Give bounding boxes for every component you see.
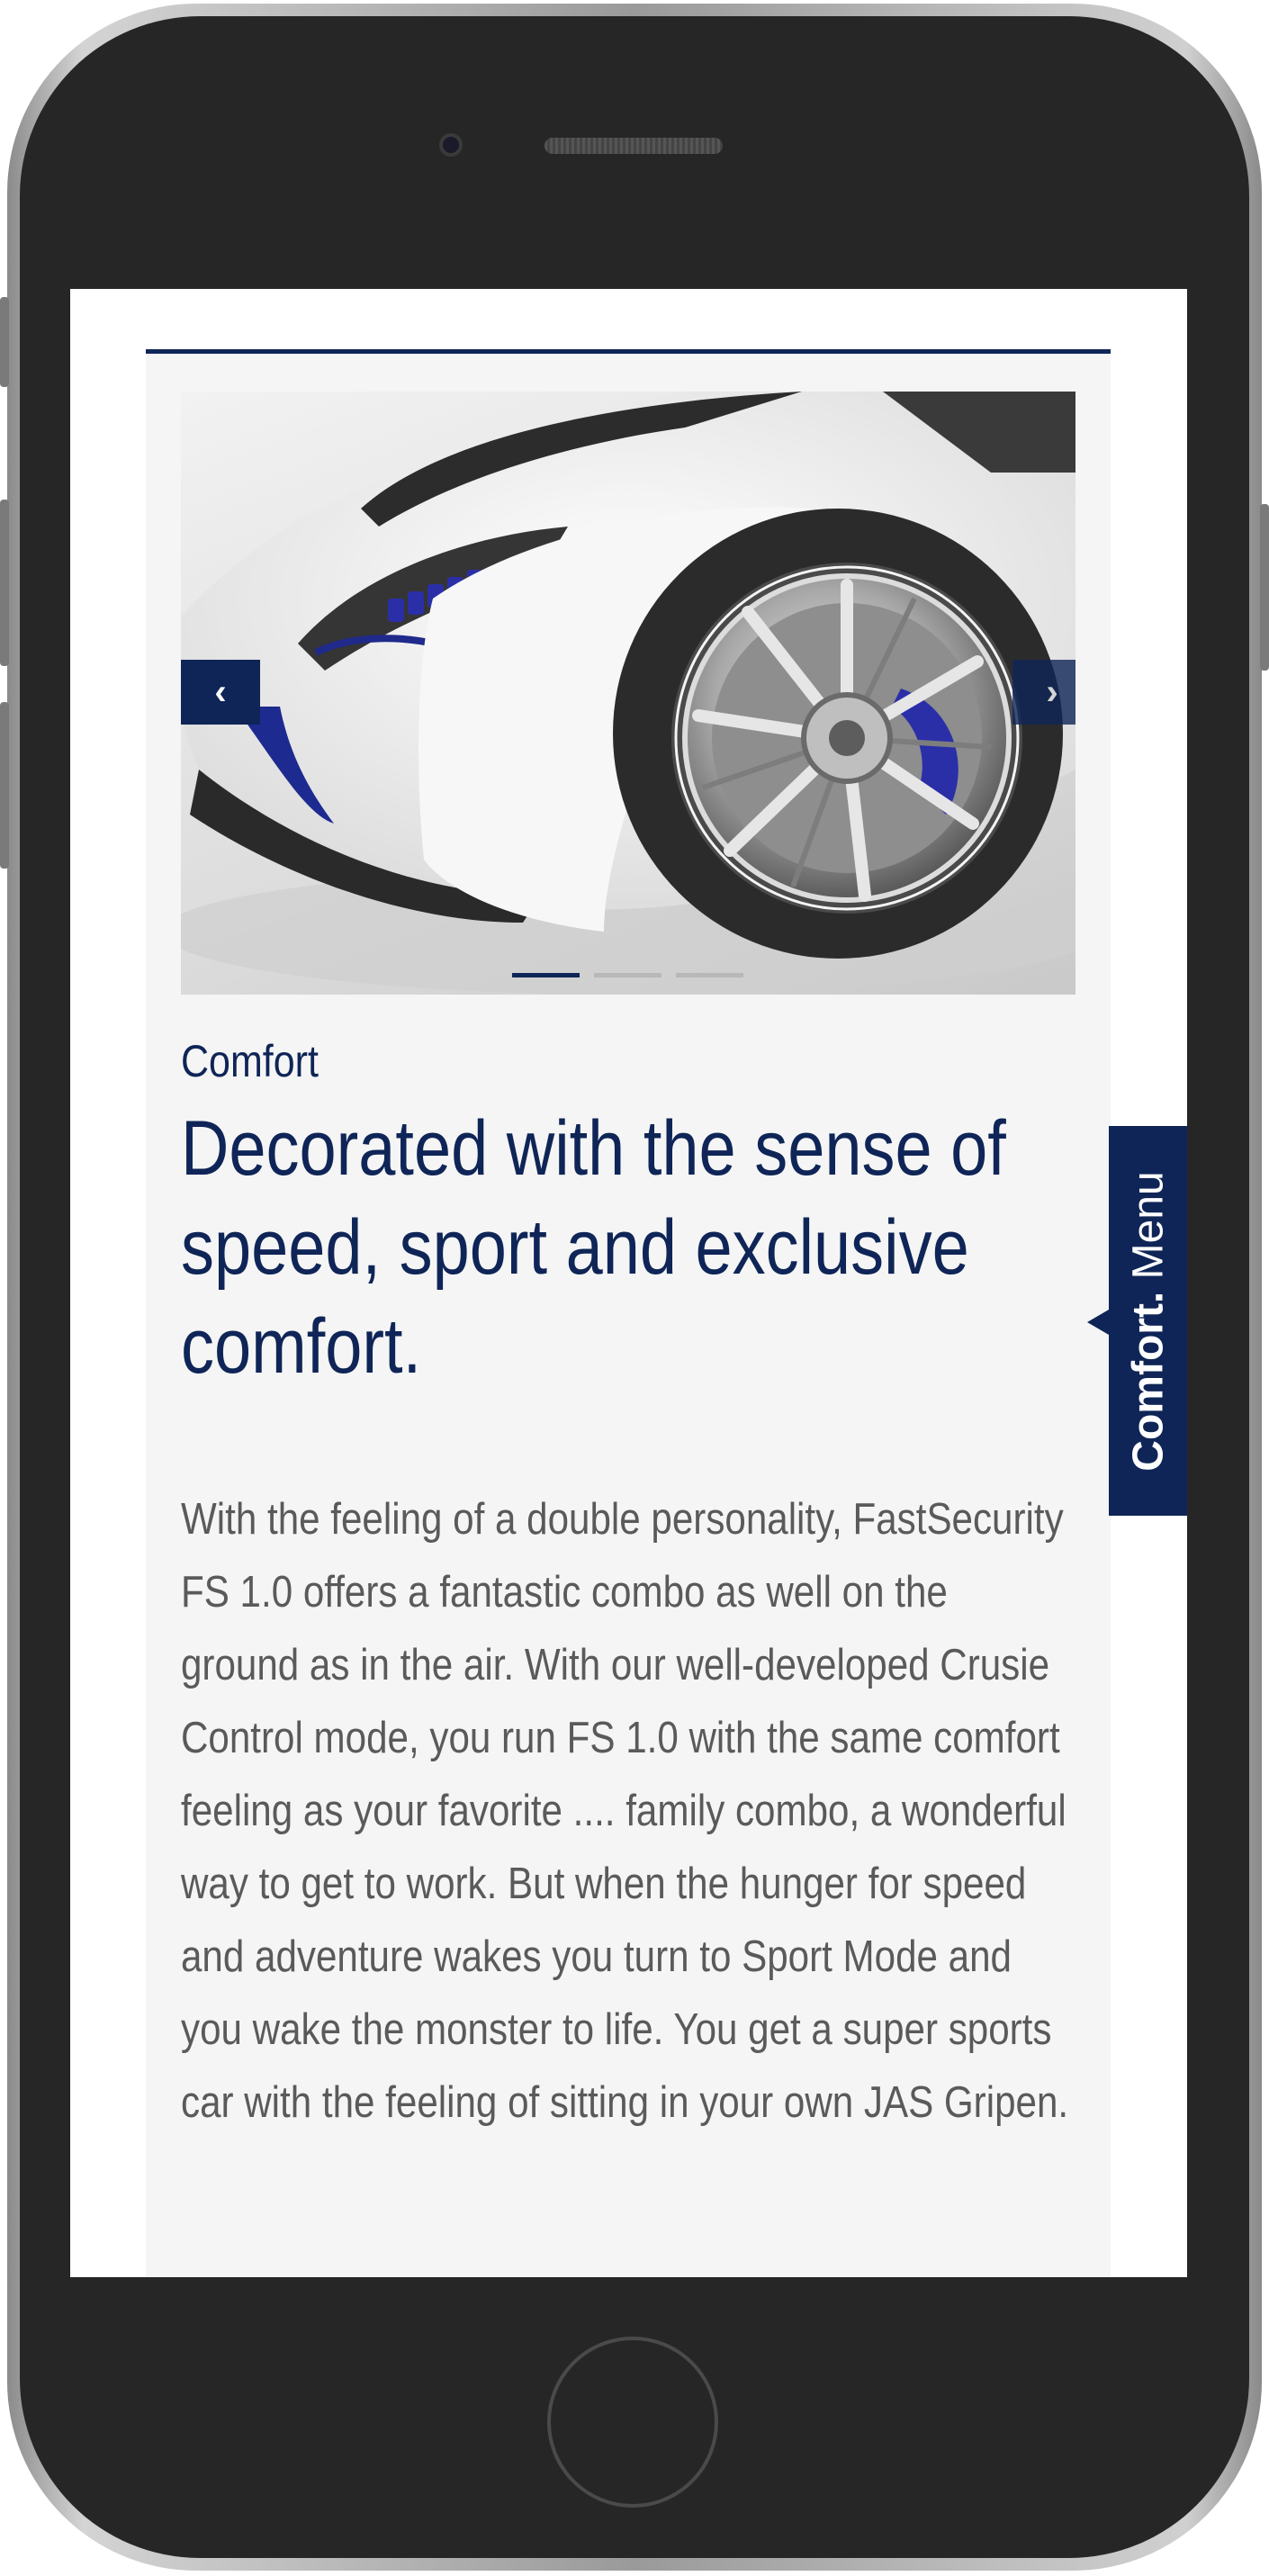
front-camera <box>439 133 463 157</box>
chevron-left-icon: ‹ <box>214 671 227 712</box>
content-panel: ‹ › Comfort Decorated with the sense of … <box>146 349 1111 2277</box>
slider-pagination <box>512 973 743 977</box>
slider-dot-2[interactable] <box>594 973 662 977</box>
phone-screen: ‹ › Comfort Decorated with the sense of … <box>70 289 1187 2277</box>
section-heading: Decorated with the sense of speed, sport… <box>181 1105 1006 1390</box>
image-slider[interactable]: ‹ › <box>181 392 1076 995</box>
section-kicker: Comfort <box>181 1036 319 1086</box>
phone-mute-switch <box>0 297 9 387</box>
phone-volume-up <box>0 500 9 666</box>
slider-dot-3[interactable] <box>676 973 743 977</box>
slider-dot-1[interactable] <box>512 973 580 977</box>
side-menu-text: Menu <box>1124 1170 1172 1279</box>
car-wheel-image <box>181 392 1076 995</box>
side-menu-bold-label: Comfort. <box>1124 1291 1172 1472</box>
side-menu-tab[interactable]: Comfort. Menu <box>1087 1126 1187 1516</box>
phone-power-button <box>1260 504 1269 671</box>
section-body: With the feeling of a double personality… <box>181 1495 1069 2127</box>
slider-next-button[interactable]: › <box>1012 660 1076 725</box>
phone-volume-down <box>0 702 9 869</box>
slider-prev-button[interactable]: ‹ <box>181 660 260 725</box>
earpiece-speaker <box>544 138 723 154</box>
side-menu-label: Comfort. Menu <box>1123 1171 1173 1471</box>
chevron-right-icon: › <box>1046 671 1058 712</box>
home-button[interactable] <box>547 2337 718 2508</box>
